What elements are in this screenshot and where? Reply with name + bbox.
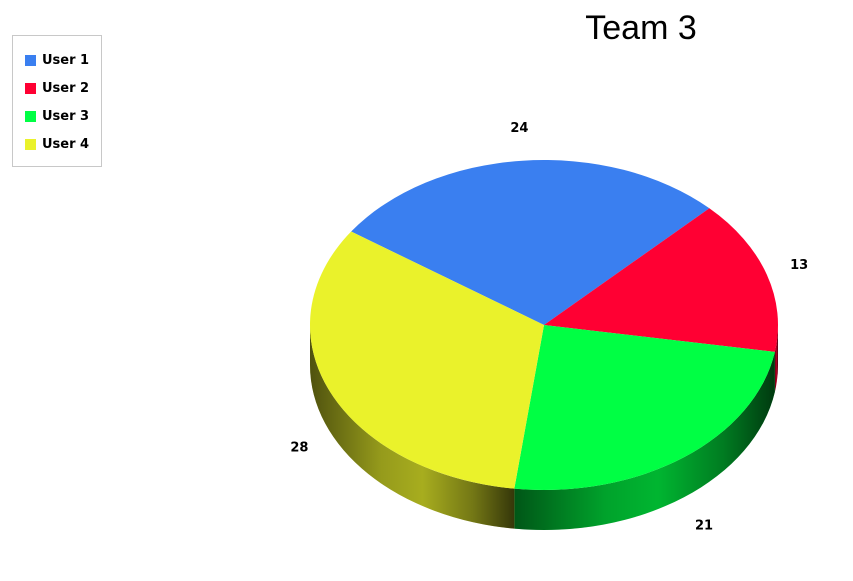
pie-chart: 24 13 21 28 — [290, 121, 808, 534]
pie-slice — [514, 325, 775, 491]
pie-top — [309, 159, 778, 491]
slice-value-label: 28 — [290, 440, 308, 455]
slice-value-label: 24 — [510, 121, 528, 136]
slice-value-label: 13 — [790, 258, 808, 273]
slice-value-label: 21 — [695, 519, 713, 534]
